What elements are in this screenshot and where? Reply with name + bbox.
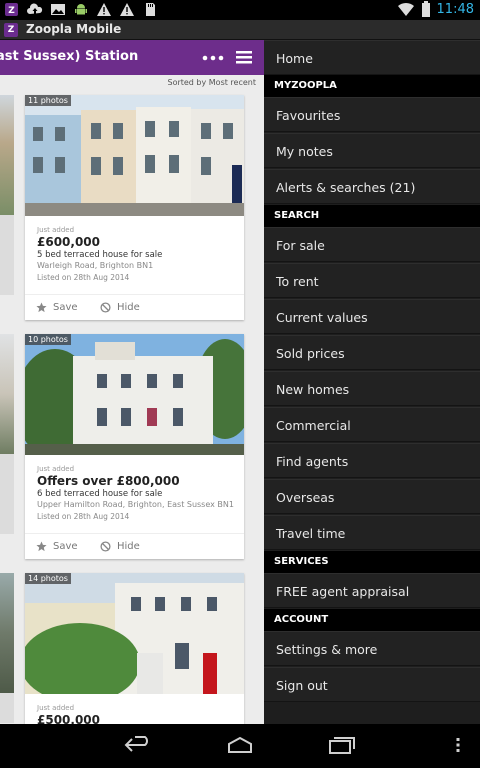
photo-count-badge: 10 photos — [25, 334, 71, 345]
drawer-item-alerts-searches[interactable]: Alerts & searches (21) — [264, 169, 480, 204]
listing-actions: Save Hide — [25, 533, 244, 559]
drawer-item-commercial[interactable]: Commercial — [264, 407, 480, 442]
listing-details: Just added £500,000 — [25, 694, 244, 724]
back-icon[interactable] — [123, 736, 153, 754]
just-added-tag: Just added — [37, 704, 75, 712]
hide-label: Hide — [117, 541, 140, 552]
action-bar: ast Sussex) Station — [0, 40, 264, 75]
hamburger-menu-icon[interactable] — [234, 48, 254, 66]
drawer-item-travel-time[interactable]: Travel time — [264, 515, 480, 550]
drawer-item-favourites[interactable]: Favourites — [264, 97, 480, 132]
hide-icon — [100, 302, 111, 313]
sd-card-icon — [146, 3, 155, 16]
section-header-search: SEARCH — [264, 205, 480, 227]
listing-photo[interactable]: 14 photos — [25, 573, 244, 694]
star-icon — [36, 302, 47, 313]
drawer-item-current-values[interactable]: Current values — [264, 299, 480, 334]
listing-description: 6 bed terraced house for sale — [37, 489, 163, 499]
more-dots-icon[interactable] — [201, 49, 225, 67]
listing-address: Upper Hamilton Road, Brighton, East Suss… — [37, 500, 234, 509]
partial-listing-photo — [0, 334, 14, 454]
listing-price: £500,000 — [37, 713, 101, 724]
hide-icon — [100, 541, 111, 552]
save-label: Save — [53, 302, 78, 313]
home-icon[interactable] — [225, 736, 255, 754]
save-button[interactable]: Save — [36, 541, 78, 552]
drawer-item-find-agents[interactable]: Find agents — [264, 443, 480, 478]
notification-icons: Z — [4, 2, 158, 17]
section-header-account: ACCOUNT — [264, 609, 480, 631]
partial-listing-photo — [0, 95, 14, 215]
listing-photo[interactable]: 10 photos — [25, 334, 244, 455]
warning-icon — [120, 3, 134, 16]
drawer-item-new-homes[interactable]: New homes — [264, 371, 480, 406]
hide-button[interactable]: Hide — [100, 541, 140, 552]
listed-date: Listed on 28th Aug 2014 — [37, 273, 130, 282]
listing-card[interactable]: 11 photos Just added £600,000 5 bed terr… — [25, 95, 244, 320]
listing-details: Just added £600,000 5 bed terraced house… — [25, 216, 244, 294]
clock: 11:48 — [436, 1, 474, 17]
listing-price: £600,000 — [37, 235, 101, 249]
listing-card[interactable]: 10 photos Just added Offers over £800,00… — [25, 334, 244, 559]
save-label: Save — [53, 541, 78, 552]
house-photo-illustration — [25, 334, 244, 455]
listing-details: Just added Offers over £800,000 6 bed te… — [25, 455, 244, 533]
drawer-item-to-rent[interactable]: To rent — [264, 263, 480, 298]
listing-description: 5 bed terraced house for sale — [37, 250, 163, 260]
image-icon — [51, 4, 65, 15]
search-location-title: ast Sussex) Station — [0, 49, 139, 64]
section-header-services: SERVICES — [264, 551, 480, 573]
app-title-bar: Z Zoopla Mobile — [0, 20, 480, 40]
system-icons: 11:48 — [397, 1, 474, 17]
zoopla-logo-icon: Z — [4, 23, 18, 37]
battery-icon — [421, 1, 430, 17]
just-added-tag: Just added — [37, 465, 75, 473]
svg-text:Z: Z — [8, 6, 15, 16]
cloud-upload-icon — [27, 3, 43, 14]
app-title: Zoopla Mobile — [26, 22, 122, 36]
recent-apps-icon[interactable] — [327, 736, 357, 754]
android-icon — [75, 4, 87, 15]
drawer-item-sold-prices[interactable]: Sold prices — [264, 335, 480, 370]
drawer-item-overseas[interactable]: Overseas — [264, 479, 480, 514]
listed-date: Listed on 28th Aug 2014 — [37, 512, 130, 521]
hide-button[interactable]: Hide — [100, 302, 140, 313]
navigation-drawer: Home MYZOOPLA Favourites My notes Alerts… — [264, 40, 480, 724]
wifi-icon — [397, 2, 414, 16]
section-header-myzoopla: MYZOOPLA — [264, 75, 480, 97]
drawer-item-my-notes[interactable]: My notes — [264, 133, 480, 168]
house-photo-illustration — [25, 95, 244, 216]
drawer-item-for-sale[interactable]: For sale — [264, 227, 480, 262]
photo-count-badge: 11 photos — [25, 95, 71, 106]
partial-listing-card[interactable] — [0, 573, 14, 723]
hide-label: Hide — [117, 302, 140, 313]
warning-icon — [97, 3, 111, 16]
listing-photo[interactable]: 11 photos — [25, 95, 244, 216]
listing-card[interactable]: 14 photos Just added £500,000 — [25, 573, 244, 724]
star-icon — [36, 541, 47, 552]
partial-listing-photo — [0, 573, 14, 693]
save-button[interactable]: Save — [36, 302, 78, 313]
zoopla-notification-icon: Z — [5, 3, 18, 16]
listing-actions: Save Hide — [25, 294, 244, 320]
partial-listing-card[interactable] — [0, 95, 14, 295]
screen: Z 11:48 Z Zoopla Mobile ast Sussex) Stat… — [0, 0, 480, 768]
drawer-item-sign-out[interactable]: Sign out — [264, 667, 480, 702]
partial-listing-card[interactable] — [0, 334, 14, 534]
just-added-tag: Just added — [37, 226, 75, 234]
listing-price: Offers over £800,000 — [37, 474, 180, 488]
sort-label[interactable]: Sorted by Most recent — [167, 78, 256, 87]
listing-results: ast Sussex) Station Sorted by Most recen… — [0, 40, 264, 724]
photo-count-badge: 14 photos — [25, 573, 71, 584]
status-bar: Z 11:48 — [0, 0, 480, 20]
drawer-item-home[interactable]: Home — [264, 40, 480, 75]
house-photo-illustration — [25, 573, 244, 694]
overflow-menu-icon[interactable] — [453, 736, 463, 754]
drawer-item-settings[interactable]: Settings & more — [264, 631, 480, 666]
drawer-item-free-agent-appraisal[interactable]: FREE agent appraisal — [264, 573, 480, 608]
listing-address: Warleigh Road, Brighton BN1 — [37, 261, 154, 270]
system-navigation-bar — [0, 724, 480, 768]
